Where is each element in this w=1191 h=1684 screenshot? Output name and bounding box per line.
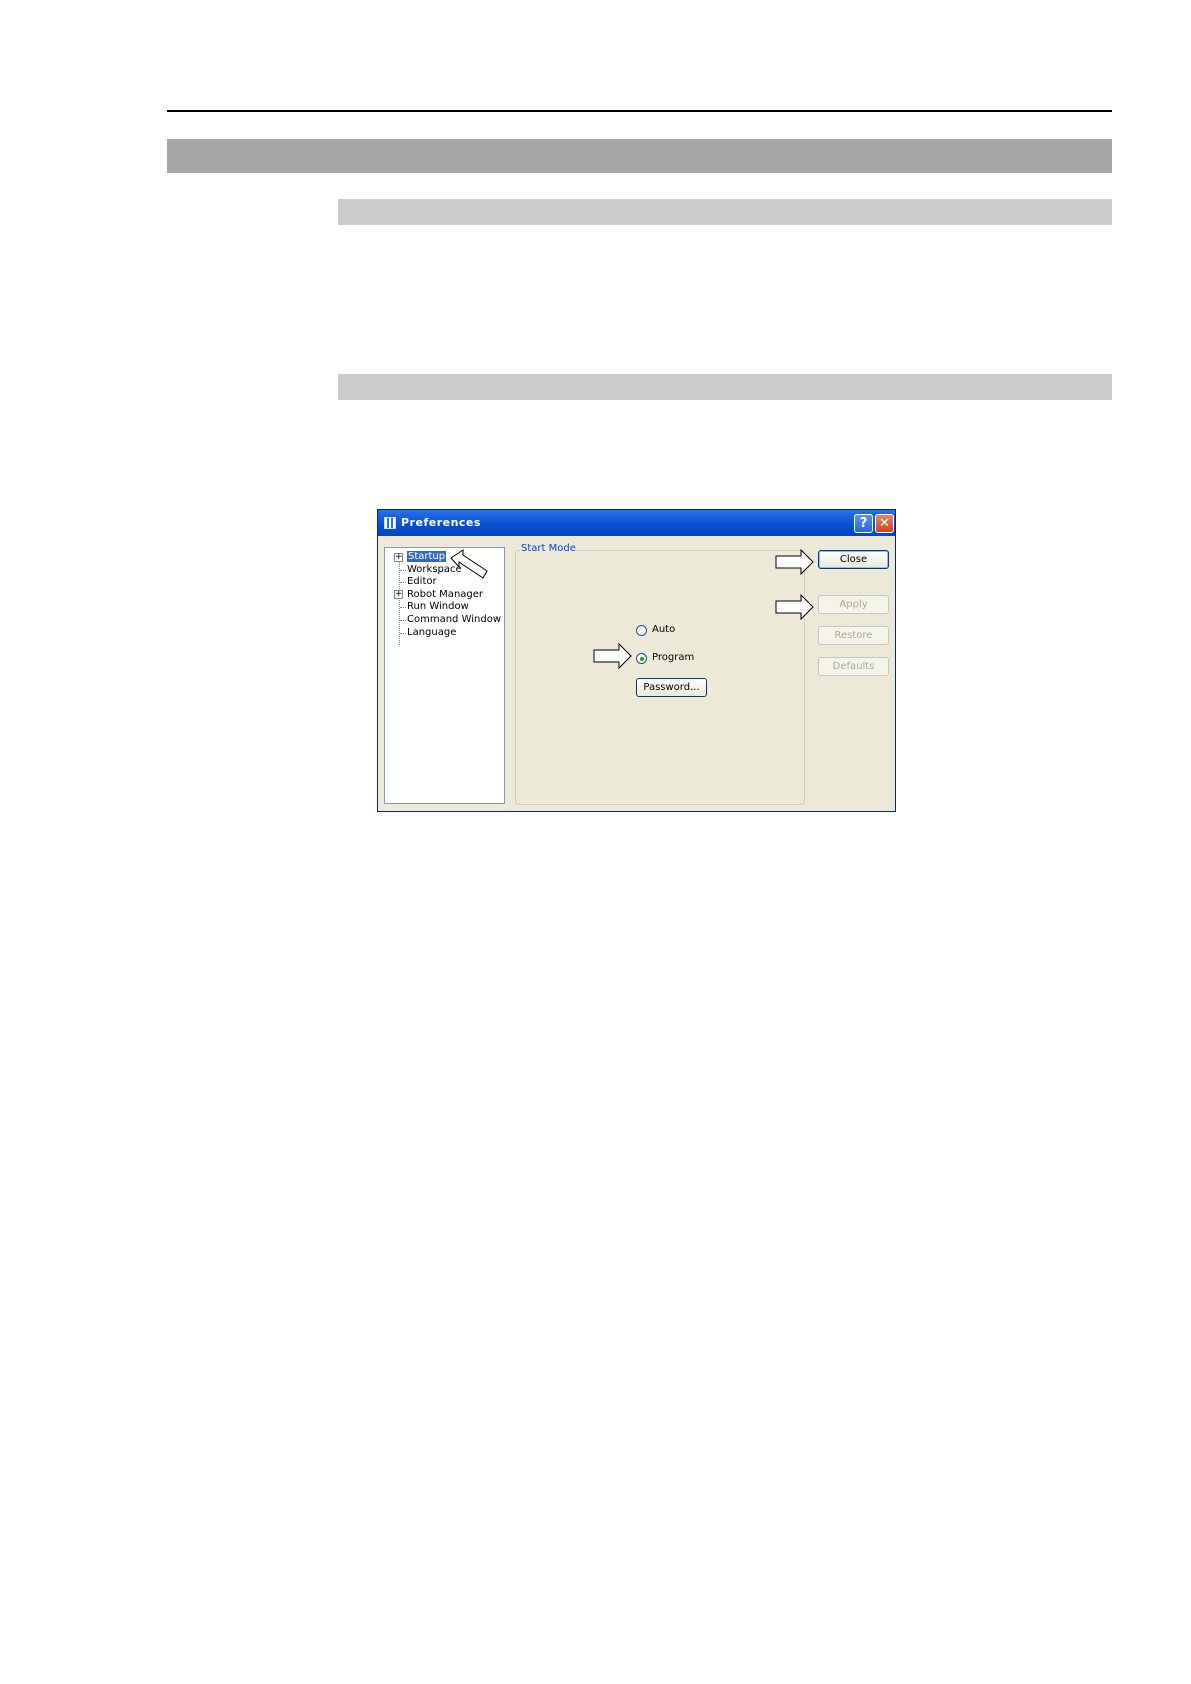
preferences-tree: + Startup Workspace Editor + Robot Manag…: [384, 547, 505, 804]
top-rule: [167, 110, 1112, 112]
defaults-button[interactable]: Defaults: [818, 657, 889, 676]
arrow-pointer-apply: [775, 594, 814, 620]
app-icon: [384, 517, 396, 529]
apply-button[interactable]: Apply: [818, 595, 889, 614]
password-button[interactable]: Password...: [636, 678, 707, 697]
section-heading-bar-2: [338, 374, 1112, 400]
close-icon[interactable]: ✕: [875, 514, 894, 533]
dialog-title: Preferences: [401, 516, 481, 529]
close-button[interactable]: Close: [818, 550, 889, 569]
restore-button[interactable]: Restore: [818, 626, 889, 645]
tree-item-language[interactable]: Language: [407, 627, 456, 639]
start-mode-label: Start Mode: [520, 543, 577, 554]
tree-item-editor[interactable]: Editor: [407, 576, 437, 588]
chapter-heading-bar: [167, 139, 1112, 173]
expand-icon[interactable]: +: [394, 553, 403, 562]
section-heading-bar-1: [338, 199, 1112, 225]
arrow-pointer-program: [593, 643, 632, 669]
dialog-titlebar[interactable]: Preferences ? ✕: [378, 510, 895, 536]
radio-button-icon[interactable]: [636, 653, 647, 664]
tree-item-startup[interactable]: Startup: [407, 551, 447, 563]
help-button[interactable]: ?: [854, 514, 873, 533]
tree-item-command-window[interactable]: Command Window: [407, 614, 501, 626]
tree-item-robot-manager[interactable]: Robot Manager: [407, 589, 483, 601]
arrow-pointer-close: [775, 549, 814, 575]
tree-item-run-window[interactable]: Run Window: [407, 601, 469, 613]
arrow-pointer-startup: [450, 549, 488, 579]
expand-icon[interactable]: +: [394, 590, 403, 599]
radio-button-icon[interactable]: [636, 625, 647, 636]
